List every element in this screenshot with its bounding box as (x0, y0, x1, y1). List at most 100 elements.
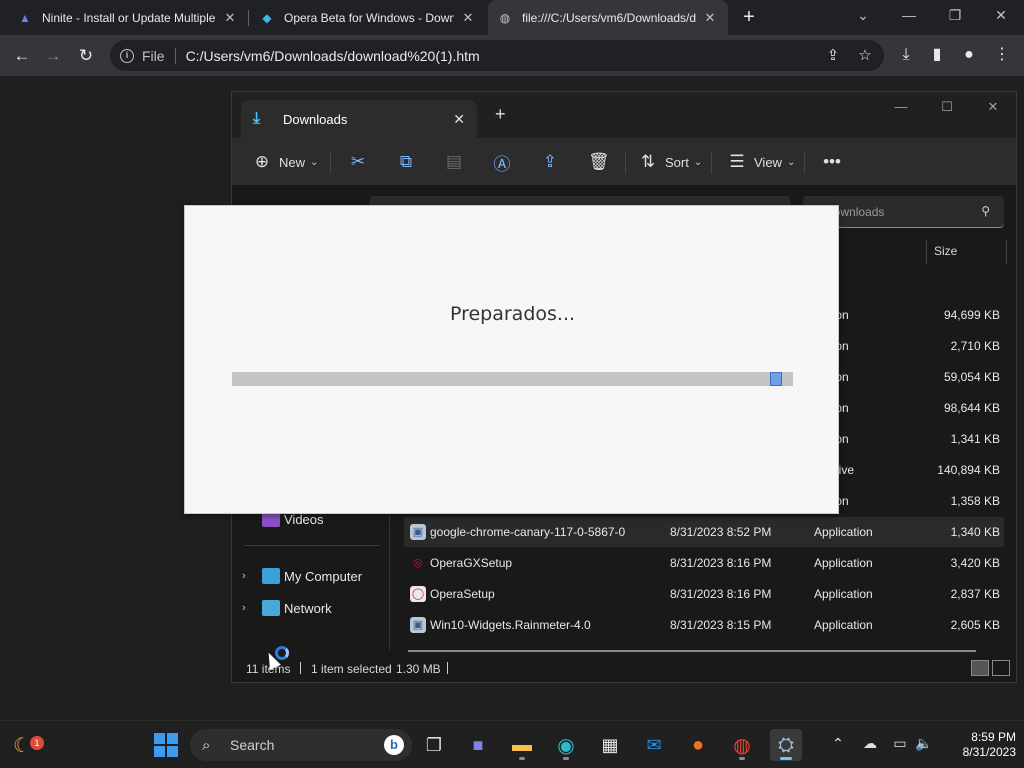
network-status-icon[interactable]: ▭ (890, 735, 910, 752)
file-row[interactable]: ▣ Win10-Widgets.Rainmeter-4.0 8/31/2023 8:… (404, 610, 1004, 640)
chrome-taskbar-button[interactable]: ◍ (726, 729, 758, 761)
new-explorer-tab-button[interactable]: + (495, 104, 506, 125)
new-tab-button[interactable]: + (738, 6, 760, 28)
profile-icon[interactable]: ● (958, 44, 980, 66)
status-selected-size: 1.30 MB (396, 662, 441, 676)
share-icon[interactable]: ⇪ (822, 45, 844, 67)
new-label: New (279, 154, 306, 170)
mail-icon: ✉ (646, 734, 662, 755)
close-icon[interactable]: ✕ (460, 10, 476, 26)
see-more-button[interactable]: ••• (822, 150, 842, 174)
copy-icon: ⧉ (399, 152, 413, 171)
maximize-button[interactable]: ☐ (924, 96, 970, 118)
address-bar[interactable]: i File C:/Users/vm6/Downloads/download%2… (110, 40, 884, 71)
tab-file[interactable]: ◍ file:///C:/Users/vm6/Downloads/d ✕ (488, 0, 728, 35)
bing-icon[interactable]: b (384, 735, 404, 755)
teams-chat-button[interactable]: ■ (462, 729, 494, 761)
file-name: google-chrome-canary-117-0-5867-0 (430, 525, 626, 539)
close-window-button[interactable]: ✕ (970, 96, 1016, 118)
explorer-tab-downloads[interactable]: ⤓ Downloads ✕ (241, 100, 477, 138)
clock-time: 8:59 PM (971, 730, 1016, 744)
downloads-icon[interactable]: ⤓ (895, 44, 917, 66)
tab-search-chevron-icon[interactable]: ⌄ (840, 0, 886, 30)
tab-label: Ninite - Install or Update Multiple (42, 10, 216, 25)
restore-button[interactable]: ❐ (932, 0, 978, 30)
progress-indicator (770, 372, 782, 386)
rename-button[interactable]: Ⓐ (492, 150, 512, 174)
share-button[interactable]: ⇪ (540, 150, 560, 174)
start-button[interactable] (150, 729, 182, 761)
minimize-button[interactable]: — (886, 0, 932, 30)
running-indicator (563, 757, 569, 760)
column-divider[interactable] (926, 240, 927, 264)
edge-taskbar-button[interactable]: ◉ (550, 729, 582, 761)
file-row[interactable]: ◎ OperaGXSetup 8/31/2023 8:16 PM Applicatio… (404, 548, 1004, 578)
taskbar-search-box[interactable]: ⌕ Search b (190, 729, 412, 761)
column-header-size[interactable]: Size (934, 244, 957, 258)
firefox-taskbar-button[interactable]: ● (682, 729, 714, 761)
cut-button[interactable]: ✂ (348, 150, 368, 174)
task-view-button[interactable]: ❐ (418, 729, 450, 761)
view-button[interactable]: ☰ View ⌄ (727, 150, 795, 174)
close-window-button[interactable]: ✕ (978, 0, 1024, 30)
delete-button[interactable]: 🗑 (588, 150, 610, 174)
mail-taskbar-button[interactable]: ✉ (638, 729, 670, 761)
network-icon (262, 600, 280, 616)
sort-button[interactable]: ⇅ Sort ⌄ (638, 150, 702, 174)
tab-opera[interactable]: ◆ Opera Beta for Windows - Download ✕ (250, 0, 486, 35)
onedrive-icon[interactable]: ☁ (860, 735, 880, 752)
folder-icon: ▬ (512, 733, 532, 756)
info-icon[interactable]: i (120, 48, 134, 63)
store-icon: ▦ (601, 734, 619, 755)
file-row[interactable]: ▣ google-chrome-canary-117-0-5867-0 8/31/2… (404, 517, 1004, 547)
ninite-taskbar-button[interactable]: ⛭ (770, 729, 802, 761)
explorer-command-bar: ⊕ New ⌄ ✂ ⧉ ▤ Ⓐ ⇪ 🗑 ⇅ Sort ⌄ ☰ View ⌄ ••… (232, 138, 1016, 186)
search-label: Search (230, 737, 275, 753)
details-view-button[interactable] (971, 660, 989, 676)
chrome-icon: ◍ (733, 734, 751, 757)
chevron-right-icon[interactable]: › (242, 570, 256, 582)
back-button[interactable]: ← (9, 43, 35, 69)
file-row[interactable]: ◯ OperaSetup 8/31/2023 8:16 PM Application 2… (404, 579, 1004, 609)
paste-button[interactable]: ▤ (444, 150, 464, 174)
tab-ninite[interactable]: ▲ Ninite - Install or Update Multiple ✕ (8, 0, 248, 35)
close-icon[interactable]: ✕ (453, 111, 465, 128)
file-name: OperaSetup (430, 587, 495, 601)
opera-gx-icon: ◎ (413, 557, 423, 569)
taskbar-clock[interactable]: 8:59 PM 8/31/2023 (940, 730, 1016, 760)
chevron-right-icon[interactable]: › (242, 602, 256, 614)
nav-item-label: Network (284, 600, 332, 616)
nav-item-network[interactable]: › Network (242, 595, 382, 621)
menu-icon[interactable]: ⋮ (991, 44, 1013, 66)
bookmark-star-icon[interactable]: ☆ (854, 45, 876, 67)
notification-badge: 1 (30, 736, 44, 750)
url-text[interactable]: C:/Users/vm6/Downloads/download%20(1).ht… (186, 48, 480, 64)
firefox-icon: ● (691, 733, 705, 756)
command-divider (625, 152, 626, 174)
column-divider[interactable] (1006, 240, 1007, 264)
status-bar: 11 items 1 item selected 1.30 MB (232, 656, 1016, 682)
close-icon[interactable]: ✕ (222, 10, 238, 26)
close-icon[interactable]: ✕ (702, 10, 718, 26)
status-selected: 1 item selected (311, 662, 392, 676)
file-size: 2,605 KB (950, 618, 1000, 632)
store-taskbar-button[interactable]: ▦ (594, 729, 626, 761)
show-hidden-icons-chevron-icon[interactable]: ⌃ (828, 735, 848, 752)
file-explorer-taskbar-button[interactable]: ▬ (506, 729, 538, 761)
widgets-button[interactable]: ☾ 1 (6, 729, 44, 761)
volume-icon[interactable]: 🔈 (914, 735, 934, 752)
new-button[interactable]: ⊕ New ⌄ (252, 150, 319, 174)
file-size: 1,340 KB (950, 525, 1000, 539)
copy-button[interactable]: ⧉ (396, 150, 416, 174)
minimize-button[interactable]: — (878, 96, 924, 118)
tiles-view-button[interactable] (992, 660, 1010, 676)
clock-date: 8/31/2023 (962, 745, 1016, 759)
horizontal-scrollbar[interactable] (408, 650, 976, 652)
file-size: 94,699 KB (943, 308, 1000, 322)
chevron-down-icon: ⌄ (786, 156, 796, 168)
side-panel-icon[interactable]: ▮ (926, 44, 948, 66)
reload-button[interactable]: ↻ (73, 43, 99, 69)
rename-icon: Ⓐ (493, 154, 511, 174)
nav-item-my-computer[interactable]: › My Computer (242, 563, 382, 589)
forward-button[interactable]: → (40, 43, 66, 69)
